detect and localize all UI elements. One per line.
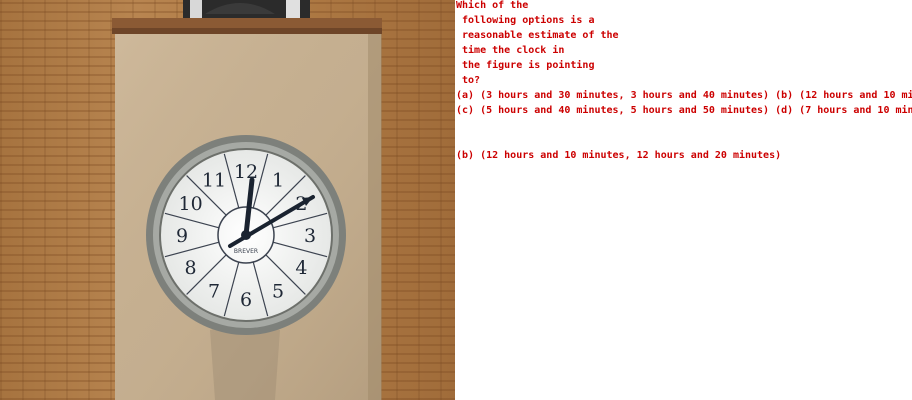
question-line-6: to? [456, 75, 481, 86]
question-panel: Which of the following options is a reas… [455, 0, 912, 400]
clock-numeral-10: 10 [179, 193, 203, 215]
clock-tower-illustration: BREVER 121234567891011 [112, 0, 382, 400]
clock-numeral-8: 8 [185, 257, 197, 279]
clock-numeral-6: 6 [240, 289, 252, 311]
question-line-5: the figure is pointing [456, 60, 595, 71]
wall-clock: BREVER 121234567891011 [146, 135, 346, 335]
clock-numeral-9: 9 [176, 225, 188, 247]
clock-tower-photo: BREVER 121234567891011 [0, 0, 455, 400]
window-ledge [112, 18, 382, 28]
clock-numeral-11: 11 [202, 170, 226, 192]
clock-brand-label: BREVER [234, 248, 258, 255]
question-line-2: following options is a [456, 15, 595, 26]
clock-numeral-1: 1 [272, 170, 284, 192]
clock-numeral-3: 3 [304, 225, 316, 247]
answer-line: (b) (12 hours and 10 minutes, 12 hours a… [456, 150, 782, 161]
question-line-1: Which of the [456, 0, 529, 11]
question-line-4: time the clock in [456, 45, 565, 56]
clock-numeral-7: 7 [208, 280, 220, 302]
question-line-3: reasonable estimate of the [456, 30, 619, 41]
options-line-2: (c) (5 hours and 40 minutes, 5 hours and… [456, 105, 912, 116]
clock-numeral-5: 5 [272, 280, 284, 302]
options-line-1: (a) (3 hours and 30 minutes, 3 hours and… [456, 90, 912, 101]
clock-numeral-4: 4 [295, 257, 307, 279]
